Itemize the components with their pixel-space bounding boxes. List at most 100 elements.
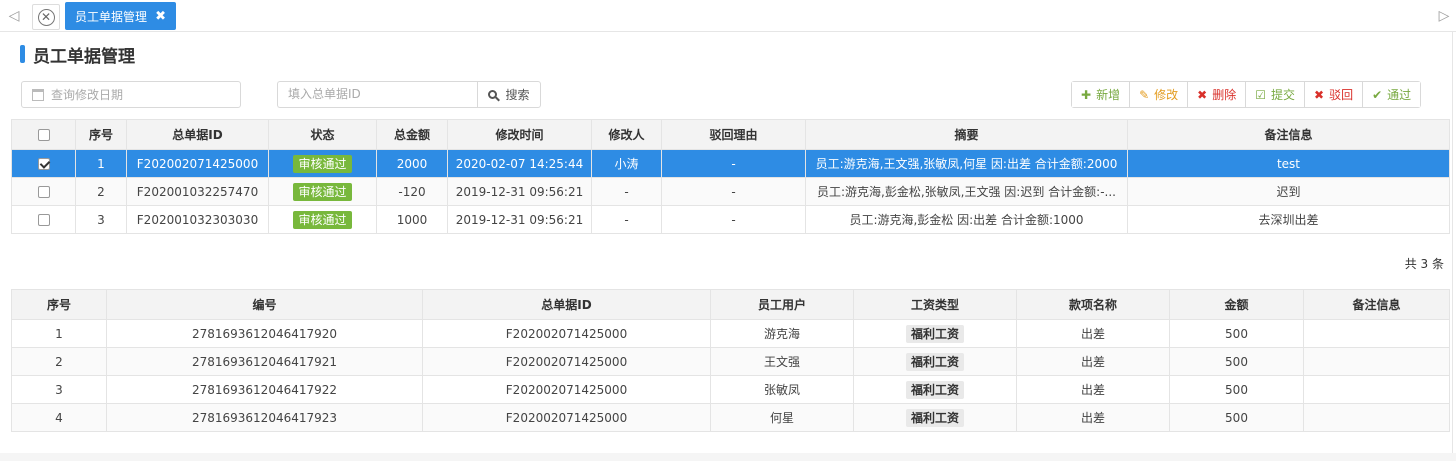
search-icon: [488, 90, 498, 99]
salary-type-badge: 福利工资: [905, 380, 964, 399]
status-badge: 审核通过: [293, 182, 352, 201]
row-checkbox-cell[interactable]: [11, 205, 76, 234]
cell-summary: 员工:游克海,彭金松,张敏凤,王文强 因:迟到 合计金额:-...: [805, 177, 1128, 206]
cell-item: 出差: [1016, 347, 1170, 376]
cell-reject: -: [661, 205, 806, 234]
cell-editor: 小涛: [591, 149, 662, 178]
select-all-checkbox[interactable]: [37, 129, 50, 141]
tab-label: 员工单据管理: [75, 9, 148, 24]
column-header[interactable]: 状态: [268, 119, 377, 150]
column-header[interactable]: 员工用户: [710, 289, 854, 320]
cell-no: 4: [11, 403, 107, 432]
toolbar-button-2[interactable]: ✖ 删除: [1188, 82, 1247, 107]
search-button[interactable]: 搜索: [477, 81, 541, 108]
cell-user: 张敏凤: [710, 375, 854, 404]
column-header[interactable]: 总单据ID: [126, 119, 269, 150]
cell-status: 审核通过: [268, 177, 377, 206]
table-row[interactable]: 1 F202002071425000 审核通过 2000 2020-02-07 14:2…: [11, 149, 1450, 178]
row-checkbox[interactable]: [37, 186, 50, 198]
tab-employee-bill-management[interactable]: 员工单据管理 ✖: [65, 2, 176, 30]
cell-user: 游克海: [710, 319, 854, 348]
column-header[interactable]: 序号: [11, 289, 107, 320]
title-accent-bar: [20, 45, 25, 63]
page-footer-strip: [0, 453, 1456, 461]
cell-remark: 去深圳出差: [1127, 205, 1450, 234]
cell-time: 2019-12-31 09:56:21: [447, 205, 592, 234]
cell-editor: -: [591, 205, 662, 234]
row-checkbox-cell[interactable]: [11, 177, 76, 206]
search-button-label: 搜索: [505, 88, 530, 102]
cell-item: 出差: [1016, 403, 1170, 432]
date-filter-placeholder: 查询修改日期: [51, 88, 124, 102]
cell-status: 审核通过: [268, 149, 377, 178]
cell-no: 3: [11, 375, 107, 404]
cell-remark: test: [1127, 149, 1450, 178]
toolbar-button-5[interactable]: ✔ 通过: [1363, 82, 1421, 107]
salary-type-badge: 福利工资: [905, 352, 964, 371]
column-header[interactable]: 备注信息: [1127, 119, 1450, 150]
check-icon: ✔: [1372, 87, 1383, 102]
page-title-text: 员工单据管理: [33, 46, 135, 67]
table-row[interactable]: 3 2781693612046417922 F202002071425000 张敏凤 福…: [11, 375, 1450, 404]
cell-amount: -120: [376, 177, 448, 206]
cell-id: F202002071425000: [422, 319, 711, 348]
cell-id: F202002071425000: [422, 347, 711, 376]
cell-id: F202002071425000: [422, 375, 711, 404]
table-row[interactable]: 2 F202001032257470 审核通过 -120 2019-12-31 09:5…: [11, 177, 1450, 206]
select-all-checkbox-cell[interactable]: [11, 119, 76, 150]
cell-amount: 2000: [376, 149, 448, 178]
column-header[interactable]: 编号: [106, 289, 423, 320]
total-count: 共 3 条: [1404, 257, 1444, 271]
toolbar-button-label: 通过: [1387, 88, 1412, 102]
cell-user: 王文强: [710, 347, 854, 376]
table-row[interactable]: 2 2781693612046417921 F202002071425000 王文强 福…: [11, 347, 1450, 376]
table-row[interactable]: 1 2781693612046417920 F202002071425000 游克海 福…: [11, 319, 1450, 348]
cell-id: F202001032257470: [126, 177, 269, 206]
column-header[interactable]: 序号: [75, 119, 127, 150]
table-header-row: 序号 编号 总单据ID 员工用户 工资类型 款项名称 金额 备注信息: [11, 289, 1450, 320]
column-header[interactable]: 备注信息: [1303, 289, 1450, 320]
cell-user: 何星: [710, 403, 854, 432]
toolbar-button-3[interactable]: ☑ 提交: [1246, 82, 1306, 107]
close-all-tabs-button[interactable]: ✕: [32, 4, 60, 30]
column-header[interactable]: 工资类型: [853, 289, 1017, 320]
check-square-icon: ☑: [1255, 87, 1266, 102]
toolbar-button-4[interactable]: ✖ 驳回: [1305, 82, 1364, 107]
column-header[interactable]: 修改时间: [447, 119, 592, 150]
row-checkbox[interactable]: [37, 214, 50, 226]
cell-code: 2781693612046417920: [106, 319, 423, 348]
row-checkbox-cell[interactable]: [11, 149, 76, 178]
column-header[interactable]: 款项名称: [1016, 289, 1170, 320]
column-header[interactable]: 驳回理由: [661, 119, 806, 150]
toolbar-button-label: 新增: [1096, 88, 1121, 102]
column-header[interactable]: 金额: [1169, 289, 1304, 320]
cell-no: 2: [75, 177, 127, 206]
column-header[interactable]: 摘要: [805, 119, 1128, 150]
cell-time: 2020-02-07 14:25:44: [447, 149, 592, 178]
column-header[interactable]: 总金额: [376, 119, 448, 150]
date-filter-input[interactable]: 查询修改日期: [21, 81, 241, 108]
column-header[interactable]: 修改人: [591, 119, 662, 150]
close-icon: ✖: [1314, 87, 1325, 102]
cell-no: 3: [75, 205, 127, 234]
cell-no: 1: [75, 149, 127, 178]
toolbar-button-1[interactable]: ✎ 修改: [1130, 82, 1189, 107]
tab-scroll-left-icon[interactable]: ◁: [6, 7, 22, 25]
edit-icon: ✎: [1139, 87, 1150, 102]
toolbar-button-0[interactable]: ✚ 新增: [1072, 82, 1131, 107]
cell-remark: [1303, 347, 1450, 376]
search-input[interactable]: 填入总单据ID: [277, 81, 477, 108]
toolbar-button-label: 修改: [1154, 88, 1179, 102]
cell-item: 出差: [1016, 375, 1170, 404]
table-row[interactable]: 3 F202001032303030 审核通过 1000 2019-12-31 09:5…: [11, 205, 1450, 234]
tab-close-icon[interactable]: ✖: [155, 9, 166, 24]
tab-scroll-right-icon[interactable]: ▷: [1436, 7, 1452, 25]
row-checkbox[interactable]: [37, 158, 50, 170]
cell-editor: -: [591, 177, 662, 206]
cell-remark: [1303, 403, 1450, 432]
table-row[interactable]: 4 2781693612046417923 F202002071425000 何星 福利…: [11, 403, 1450, 432]
column-header[interactable]: 总单据ID: [422, 289, 711, 320]
close-icon: ✖: [1197, 87, 1208, 102]
cell-code: 2781693612046417923: [106, 403, 423, 432]
cell-no: 2: [11, 347, 107, 376]
